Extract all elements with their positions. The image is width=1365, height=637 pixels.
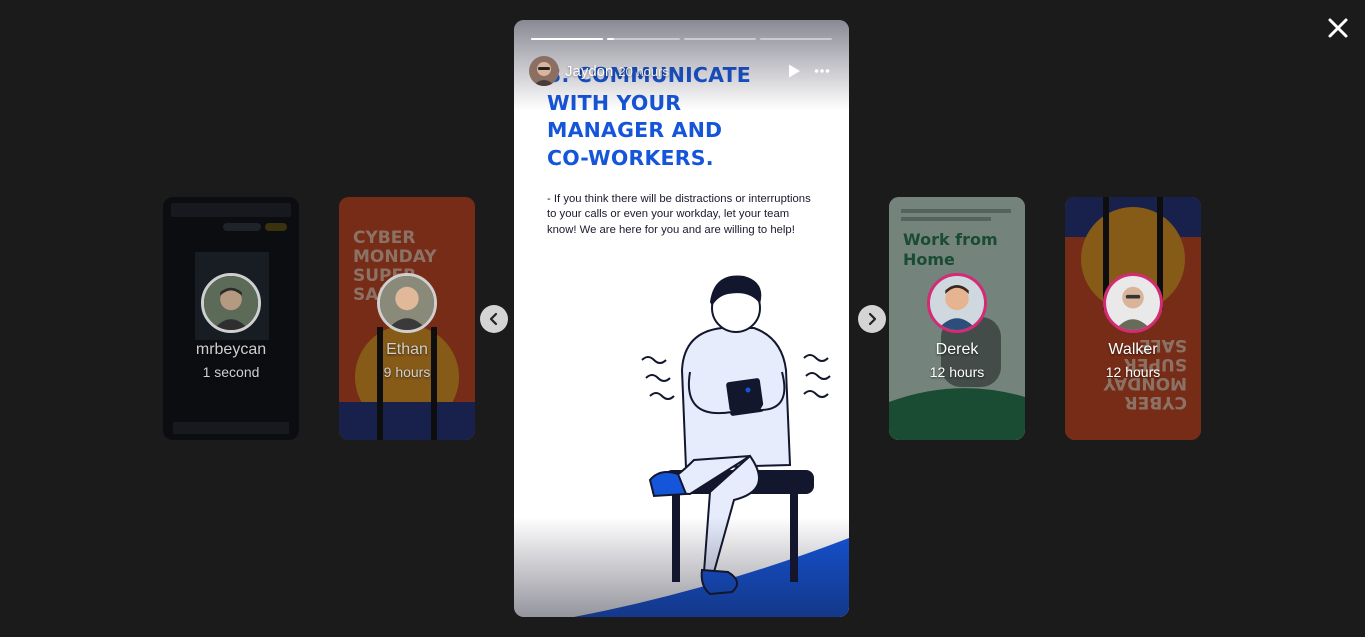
avatar (377, 273, 437, 333)
story-card-time: 12 hours (929, 364, 985, 380)
progress-segment (607, 38, 680, 40)
more-options-button[interactable] (810, 59, 834, 83)
story-timestamp: 20 hours (618, 63, 669, 79)
close-icon (1328, 18, 1348, 38)
avatar (927, 273, 987, 333)
story-card-derek[interactable]: Work from Home Derek 12 hours (889, 197, 1025, 440)
progress-segment (683, 38, 756, 40)
story-card-name: Ethan (386, 341, 428, 358)
active-story[interactable]: 3. COMMUNICATE WITH YOUR MANAGER AND CO-… (514, 20, 849, 617)
story-card-time: 9 hours (383, 364, 431, 380)
story-username[interactable]: Jaydon (565, 63, 613, 80)
play-icon (789, 64, 800, 78)
avatar[interactable] (529, 56, 559, 86)
chevron-left-icon (489, 312, 498, 326)
story-progress (531, 38, 832, 40)
avatar (201, 273, 261, 333)
story-card-name: mrbeycan (195, 341, 267, 358)
close-button[interactable] (1322, 12, 1354, 44)
more-icon (814, 69, 830, 73)
story-body-text: - If you think there will be distraction… (547, 193, 811, 236)
previous-story-button[interactable] (480, 305, 508, 333)
play-button[interactable] (782, 59, 806, 83)
chevron-right-icon (868, 312, 877, 326)
story-card-walker[interactable]: CYBER MONDAY SUPER SALE Walker 12 hours (1065, 197, 1201, 440)
avatar (1103, 273, 1163, 333)
story-card-time: 12 hours (1105, 364, 1161, 380)
story-card-ethan[interactable]: CYBER MONDAY SUPER SALE Ethan 9 hours (339, 197, 475, 440)
next-story-button[interactable] (858, 305, 886, 333)
progress-segment (759, 38, 832, 40)
story-card-name: Walker (1108, 341, 1158, 358)
story-card-name: Derek (935, 341, 979, 358)
story-header: Jaydon 20 hours (529, 55, 834, 87)
story-card-mrbeycan[interactable]: mrbeycan 1 second (163, 197, 299, 440)
progress-segment (531, 38, 604, 40)
story-card-time: 1 second (202, 364, 260, 380)
